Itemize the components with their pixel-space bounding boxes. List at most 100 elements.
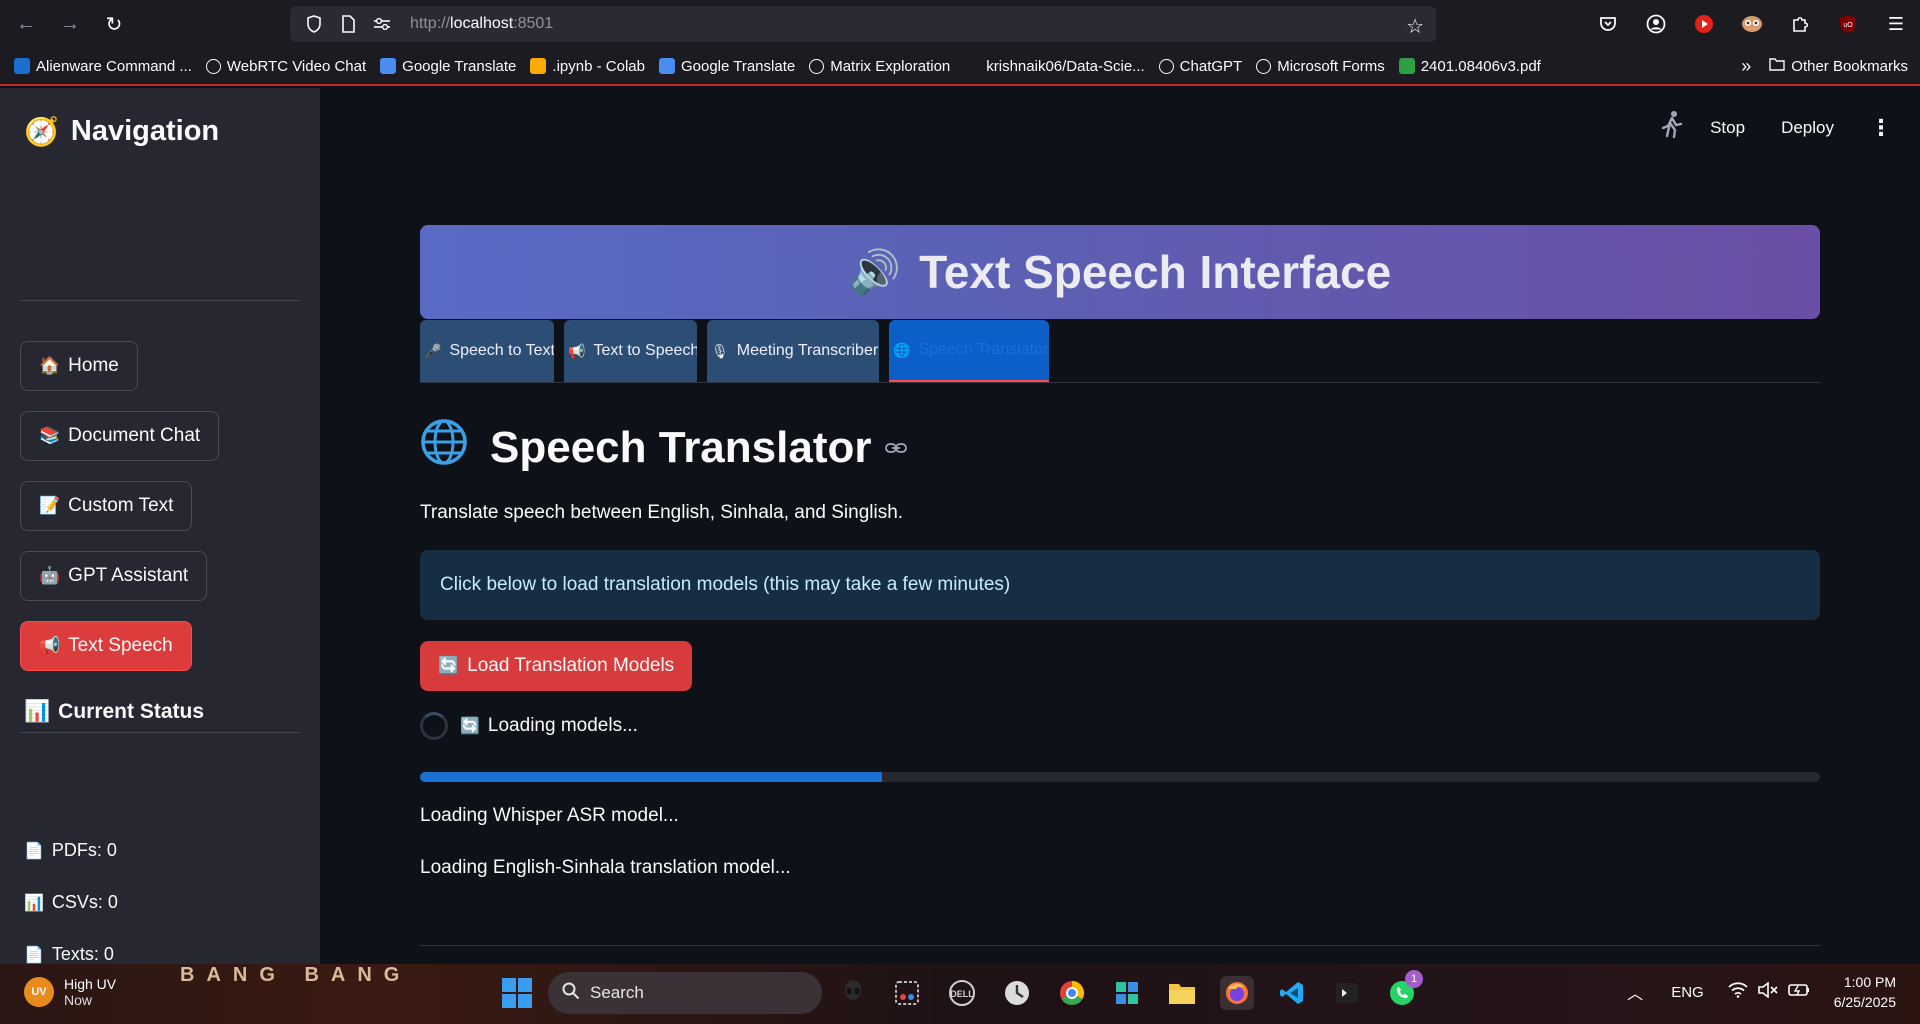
bookmark-item[interactable]: Microsoft Forms: [1256, 58, 1385, 75]
sidebar-button-icon: 🏠: [39, 356, 61, 375]
weather-widget[interactable]: UV High UV Now: [24, 976, 116, 1008]
info-alert-text: Click below to load translation models (…: [440, 574, 1011, 595]
taskbar-search[interactable]: Search: [548, 972, 822, 1014]
deploy-button[interactable]: Deploy: [1781, 118, 1834, 138]
account-icon[interactable]: [1632, 6, 1680, 42]
terminal-app-icon[interactable]: [1330, 976, 1364, 1010]
alienware-app-icon[interactable]: [836, 976, 870, 1010]
tab-speech-translator[interactable]: 🌐 Speech Translator: [889, 320, 1049, 382]
url-text[interactable]: http://localhost:8501: [410, 15, 553, 33]
main-area: Stop Deploy ⋮ 🔊 Text Speech Interface 🎤 S…: [320, 88, 1920, 964]
dell-app-icon[interactable]: DELL: [945, 976, 979, 1010]
bookmark-item[interactable]: krishnaik06/Data-Scie...: [964, 58, 1145, 75]
svg-text:DELL: DELL: [950, 989, 974, 999]
other-bookmarks[interactable]: Other Bookmarks: [1791, 58, 1908, 75]
tab-bar: 🎤 Speech to Text 📢 Text to Speech 🎙 Meeting T…: [420, 320, 1059, 382]
bookmark-star-icon[interactable]: ☆: [1406, 14, 1424, 39]
wifi-icon[interactable]: [1728, 982, 1748, 1002]
sidebar-button-label: Text Speech: [68, 635, 173, 656]
colab-icon: [530, 58, 547, 74]
sidebar-button-gpt-assistant[interactable]: 🤖 GPT Assistant: [20, 551, 208, 601]
whatsapp-icon[interactable]: 1: [1385, 970, 1423, 1010]
url-bar[interactable]: http://localhost:8501 ☆: [290, 6, 1436, 42]
extensions-puzzle-icon[interactable]: [1776, 6, 1824, 42]
bar-chart-icon: 📊: [24, 700, 51, 723]
sidebar-button-label: GPT Assistant: [68, 565, 189, 586]
clock-app-icon[interactable]: [1000, 976, 1034, 1010]
windows-start-icon[interactable]: [502, 978, 532, 1008]
bookmark-item[interactable]: Alienware Command ...: [14, 58, 192, 75]
tab-label: Speech to Text: [449, 342, 554, 359]
wallpaper-text: BANG BANG: [180, 964, 412, 986]
chrome-icon[interactable]: [1055, 976, 1089, 1010]
sidebar-button-label: Document Chat: [68, 425, 201, 446]
log-line: Loading Whisper ASR model...: [420, 805, 679, 826]
bookmark-label: 2401.08406v3.pdf: [1420, 57, 1541, 75]
load-models-button[interactable]: 🔄 Load Translation Models: [420, 641, 693, 691]
tab-speech-to-text[interactable]: 🎤 Speech to Text: [420, 320, 554, 382]
ublock-icon[interactable]: uO: [1824, 6, 1872, 42]
hamburger-menu-icon[interactable]: ☰: [1872, 6, 1920, 42]
sidebar-button-label: Custom Text: [68, 495, 174, 516]
bookmark-item[interactable]: .ipynb - Colab: [530, 58, 645, 75]
bookmark-label: Google Translate: [680, 57, 796, 75]
search-placeholder: Search: [590, 983, 644, 1002]
bookmarks-bar: Alienware Command ... WebRTC Video Chat Go…: [0, 48, 1920, 86]
youtube-extension-icon[interactable]: [1680, 6, 1728, 42]
vscode-icon[interactable]: [1275, 976, 1309, 1010]
sidebar-button-document-chat[interactable]: 📚 Document Chat: [20, 411, 220, 461]
banner-title: Text Speech Interface: [919, 246, 1392, 298]
forward-arrow-icon[interactable]: →: [52, 6, 88, 42]
status-line: 📄 Texts: 0: [24, 944, 114, 965]
loading-status: 🔄 Loading models...: [420, 712, 638, 740]
stop-button[interactable]: Stop: [1710, 118, 1745, 138]
info-alert: Click below to load translation models (…: [420, 550, 1820, 620]
anchor-link-icon[interactable]: [885, 435, 908, 461]
tab-meeting-transcriber[interactable]: 🎙 Meeting Transcriber: [707, 320, 879, 382]
mute-icon[interactable]: [1757, 981, 1778, 1002]
globe-icon: [205, 58, 221, 74]
bookmark-item[interactable]: ChatGPT: [1158, 58, 1242, 75]
pocket-icon[interactable]: [1584, 6, 1632, 42]
spinner-icon: [420, 712, 448, 740]
load-models-label: Load Translation Models: [467, 655, 675, 676]
refresh-icon: 🔄: [460, 718, 480, 735]
file-explorer-icon[interactable]: [1165, 976, 1199, 1010]
back-arrow-icon[interactable]: ←: [8, 6, 44, 42]
bookmark-label: WebRTC Video Chat: [226, 57, 367, 75]
battery-icon[interactable]: [1787, 983, 1810, 1001]
language-indicator[interactable]: ENG: [1671, 984, 1704, 1001]
chevron-up-icon[interactable]: ︿: [1627, 980, 1643, 1004]
google-translate-icon: [658, 58, 675, 74]
windows-taskbar: UV High UV Now BANG BANG Search DELL 1 ︿…: [0, 964, 1920, 1024]
bookmark-item[interactable]: WebRTC Video Chat: [205, 57, 367, 75]
bookmark-item[interactable]: Google Translate: [658, 57, 796, 75]
bookmark-label: .ipynb - Colab: [552, 57, 645, 75]
sidebar-button-custom-text[interactable]: 📝 Custom Text: [20, 481, 193, 531]
status-title: 📊 Current Status: [24, 700, 204, 724]
firefox-icon[interactable]: [1220, 976, 1254, 1010]
shield-icon[interactable]: [304, 14, 324, 34]
tab-text-to-speech[interactable]: 📢 Text to Speech: [564, 320, 697, 382]
sidebar-button-home[interactable]: 🏠 Home: [20, 341, 138, 391]
bookmark-item[interactable]: 2401.08406v3.pdf: [1398, 57, 1541, 75]
bookmark-item[interactable]: Matrix Exploration: [809, 58, 950, 75]
clock-time: 1:00 PM: [1843, 974, 1896, 990]
system-clock[interactable]: 1:00 PM 6/25/2025: [1834, 972, 1896, 1012]
bookmark-item[interactable]: Google Translate: [380, 58, 516, 75]
page-description: Translate speech between English, Sinhal…: [420, 502, 904, 523]
reload-icon[interactable]: ↻: [96, 6, 132, 42]
status-label: Texts: 0: [51, 944, 114, 964]
widgets-app-icon[interactable]: [1110, 976, 1144, 1010]
snipping-tool-icon[interactable]: [890, 976, 924, 1010]
extension-face-icon[interactable]: [1728, 6, 1776, 42]
notification-badge: 1: [1405, 970, 1423, 988]
sidebar-button-text-speech[interactable]: 📢 Text Speech: [20, 621, 192, 671]
sidebar-button-icon: 🤖: [39, 566, 61, 585]
page-icon: [338, 14, 358, 34]
site-permissions-icon[interactable]: [372, 14, 392, 34]
kebab-menu-icon[interactable]: ⋮: [1870, 115, 1892, 141]
chatgpt-icon: [1158, 58, 1174, 74]
chevron-double-right-icon[interactable]: »: [1741, 56, 1751, 77]
folder-icon[interactable]: [1769, 58, 1785, 75]
